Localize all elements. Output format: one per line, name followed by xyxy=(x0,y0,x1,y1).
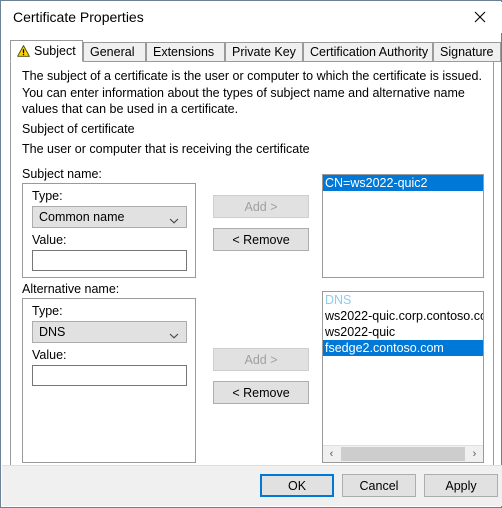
tab-extensions[interactable]: Extensions xyxy=(146,42,225,62)
chevron-down-icon xyxy=(169,214,179,224)
tab-description: The subject of a certificate is the user… xyxy=(22,69,482,116)
alternative-value-label: Value: xyxy=(32,348,67,362)
scrollbar-thumb[interactable] xyxy=(341,447,465,461)
apply-label: Apply xyxy=(445,478,477,493)
subject-type-label: Type: xyxy=(32,189,63,203)
horizontal-scrollbar[interactable]: ‹ › xyxy=(323,445,483,462)
subject-type-combobox[interactable]: Common name xyxy=(32,206,187,228)
window-title: Certificate Properties xyxy=(13,9,144,25)
alternative-name-groupbox: Type: DNS Value: xyxy=(22,298,196,463)
dialog-footer: OK Cancel Apply xyxy=(2,465,502,506)
subject-value-label: Value: xyxy=(32,233,67,247)
tab-certification-authority-label: Certification Authority xyxy=(310,45,429,59)
warning-triangle-icon xyxy=(17,45,30,57)
cancel-label: Cancel xyxy=(359,478,399,493)
close-icon[interactable] xyxy=(457,2,502,32)
alternative-name-group-label: Alternative name: xyxy=(22,282,120,296)
list-group-header: DNS xyxy=(325,293,352,307)
ok-label: OK xyxy=(287,478,307,493)
alternative-remove-label: < Remove xyxy=(232,385,290,400)
section-subheading: The user or computer that is receiving t… xyxy=(22,142,310,156)
alternative-add-label: Add > xyxy=(244,352,278,367)
subject-type-value: Common name xyxy=(39,210,125,224)
title-bar: Certificate Properties xyxy=(2,2,502,33)
alternative-value-input[interactable] xyxy=(32,365,187,386)
list-item[interactable]: ws2022-quic xyxy=(323,324,483,340)
tab-extensions-label: Extensions xyxy=(153,45,215,59)
alternative-type-label: Type: xyxy=(32,304,63,318)
tab-certification-authority[interactable]: Certification Authority xyxy=(303,42,433,62)
subject-value-input[interactable] xyxy=(32,250,187,271)
chevron-down-icon xyxy=(169,329,179,339)
alternative-type-value: DNS xyxy=(39,325,66,339)
section-heading: Subject of certificate xyxy=(22,122,135,136)
alternative-remove-button[interactable]: < Remove xyxy=(213,381,309,404)
subject-tab-panel: The subject of a certificate is the user… xyxy=(10,61,494,467)
apply-button[interactable]: Apply xyxy=(424,474,498,497)
tab-private-key-label: Private Key xyxy=(232,45,296,59)
scroll-right-arrow-icon[interactable]: › xyxy=(466,446,483,462)
alternative-type-combobox[interactable]: DNS xyxy=(32,321,187,343)
alternative-add-button[interactable]: Add > xyxy=(213,348,309,371)
tab-subject-label: Subject xyxy=(34,44,76,58)
cancel-button[interactable]: Cancel xyxy=(342,474,416,497)
alternative-name-listbox[interactable]: DNS ws2022-quic.corp.contoso.com ws2022-… xyxy=(322,291,484,463)
tab-private-key[interactable]: Private Key xyxy=(225,42,303,62)
tab-signature-label: Signature xyxy=(440,45,494,59)
tab-subject[interactable]: Subject xyxy=(10,40,83,62)
certificate-properties-dialog: Certificate Properties Subject General E… xyxy=(0,0,502,508)
subject-add-button[interactable]: Add > xyxy=(213,195,309,218)
subject-name-group-label: Subject name: xyxy=(22,167,102,181)
tab-strip: Subject General Extensions Private Key C… xyxy=(10,40,501,62)
subject-remove-button[interactable]: < Remove xyxy=(213,228,309,251)
tab-general-label: General xyxy=(90,45,135,59)
tab-general[interactable]: General xyxy=(83,42,146,62)
subject-add-label: Add > xyxy=(244,199,278,214)
subject-name-listbox[interactable]: CN=ws2022-quic2 xyxy=(322,174,484,278)
list-item[interactable]: CN=ws2022-quic2 xyxy=(323,175,483,191)
subject-remove-label: < Remove xyxy=(232,232,290,247)
ok-button[interactable]: OK xyxy=(260,474,334,497)
tab-signature[interactable]: Signature xyxy=(433,42,501,62)
list-item[interactable]: fsedge2.contoso.com xyxy=(323,340,483,356)
subject-name-groupbox: Type: Common name Value: xyxy=(22,183,196,278)
list-item[interactable]: ws2022-quic.corp.contoso.com xyxy=(323,308,483,324)
scroll-left-arrow-icon[interactable]: ‹ xyxy=(323,446,340,462)
